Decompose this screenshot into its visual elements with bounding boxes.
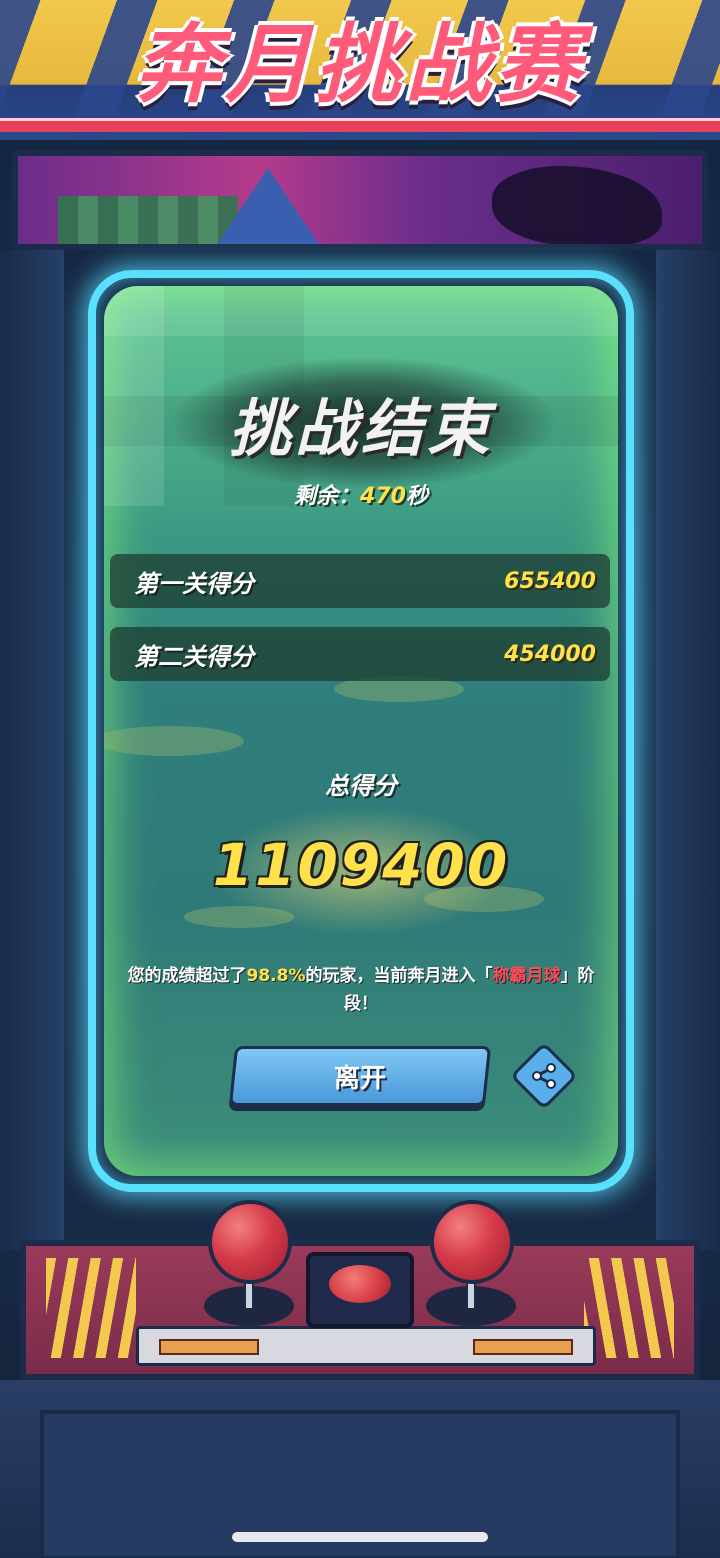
score-row-value: 454000: [504, 641, 596, 667]
share-button[interactable]: [510, 1042, 578, 1110]
score-row-label: 第二关得分: [134, 642, 254, 671]
remaining-label: 剩余：: [294, 484, 361, 509]
score-row-value: 655400: [504, 568, 596, 594]
leave-button[interactable]: 离开: [228, 1046, 492, 1106]
leave-button-label: 离开: [333, 1063, 386, 1094]
top-banner: 奔月挑战赛: [0, 0, 720, 140]
panel-stripes-decoration: [584, 1258, 674, 1358]
panel-plate: [136, 1326, 596, 1366]
score-row-stage-2: 第二关得分 454000: [110, 627, 610, 681]
arcade-push-button: [326, 1262, 394, 1306]
total-score-label: 总得分: [325, 772, 397, 800]
rank-stage: 称霸月球: [492, 966, 561, 986]
cabinet-marquee-art: [12, 150, 708, 250]
banner-title: 奔月挑战赛: [135, 15, 585, 115]
result-screen: 挑战结束 剩余：470秒 第一关得分 655400 第二关得分 454000 总…: [104, 286, 618, 1176]
joystick-ball-right: [430, 1200, 514, 1284]
rank-prefix: 您的成绩超过了: [127, 966, 247, 986]
share-icon: [532, 1063, 556, 1089]
coin-slot: [159, 1339, 259, 1355]
home-indicator[interactable]: [232, 1532, 488, 1542]
score-row-stage-1: 第一关得分 655400: [110, 554, 610, 608]
remaining-unit: 秒: [405, 484, 428, 509]
rank-middle: 的玩家，当前奔月进入「: [305, 966, 493, 986]
arcade-page: 奔月挑战赛 挑战结束 剩余：470秒 第一关得分 655400 第二关得分 45…: [0, 0, 720, 1558]
total-score-value: 1109400: [212, 831, 510, 899]
cabinet-side-right: [656, 250, 720, 1250]
score-row-label: 第一关得分: [134, 569, 254, 598]
remaining-value: 470: [360, 484, 406, 509]
panel-stripes-decoration: [46, 1258, 136, 1358]
banner-divider: [0, 118, 720, 132]
dragon-silhouette-decoration: [492, 166, 662, 244]
cabinet-side-left: [0, 250, 64, 1250]
lily-pad-decoration: [104, 726, 244, 756]
joystick-ball-left: [208, 1200, 292, 1284]
result-title: 挑战结束: [228, 392, 493, 465]
mountain-decoration: [208, 168, 328, 244]
remaining-time: 剩余：470秒: [104, 478, 618, 510]
coin-slot: [473, 1339, 573, 1355]
rank-percent: 98.8%: [246, 966, 306, 986]
rank-message: 您的成绩超过了98.8%的玩家，当前奔月进入「称霸月球」阶段！: [124, 962, 598, 1018]
